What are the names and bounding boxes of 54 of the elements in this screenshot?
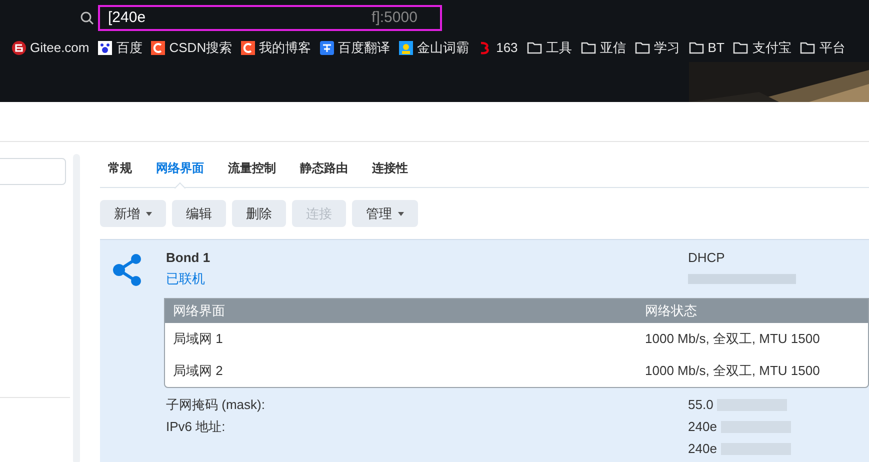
- field-label: IPv6 地址:: [166, 418, 226, 436]
- folder-icon: [688, 41, 704, 54]
- bookmark-link[interactable]: BT: [708, 38, 724, 58]
- bookmark-link[interactable]: 金山词霸: [417, 38, 470, 58]
- folder-icon: [800, 41, 816, 54]
- bookmark-link[interactable]: 亚信: [600, 38, 626, 58]
- field-label: 子网掩码 (mask):: [166, 396, 266, 414]
- bookmark-link[interactable]: Gitee.com: [30, 38, 90, 58]
- column-header: 网络界面: [172, 302, 226, 320]
- logo-icon: [151, 40, 166, 55]
- bookmark-link[interactable]: 支付宝: [752, 38, 792, 58]
- tab[interactable]: 连接性: [364, 159, 416, 187]
- interface-panel[interactable]: Bond 1 已联机 DHCP 网络界面 网络状态 局域网 1 1000 Mb/s, 全双工, MTU 1500 局域网 2 1000 Mb/s, 全双工, MTU 1500 子网掩码 (mask): 55.0 IPv6 地址: 240e 240e: [100, 239, 869, 462]
- tab[interactable]: 流量控制: [220, 159, 284, 187]
- folder-icon: [634, 41, 650, 54]
- url-text: [240e: [108, 8, 146, 28]
- column-header: 网络状态: [644, 302, 698, 320]
- status-text: 已联机: [166, 270, 206, 288]
- bookmark-link[interactable]: CSDN搜索: [169, 38, 232, 58]
- logo-icon: [399, 40, 414, 55]
- logo-icon: [241, 40, 256, 55]
- table-cell-text: 局域网 2: [172, 362, 224, 380]
- folder-icon: [526, 41, 542, 54]
- field-value: 55.0: [688, 396, 714, 414]
- field-value: 240e: [688, 440, 717, 458]
- logo-icon: [320, 40, 334, 55]
- search-field[interactable]: [0, 158, 66, 185]
- toolbar-button[interactable]: 新增: [100, 200, 166, 227]
- tab[interactable]: 常规: [100, 159, 140, 187]
- toolbar-button[interactable]: 管理: [352, 200, 418, 227]
- bookmark-link[interactable]: 百度翻译: [338, 38, 390, 58]
- table-cell-text: 局域网 1: [172, 330, 224, 348]
- bookmark-link[interactable]: 百度: [116, 38, 142, 58]
- bookmark-link[interactable]: 163: [496, 38, 518, 58]
- url-text: f]:5000: [372, 8, 418, 28]
- folder-icon: [733, 41, 748, 54]
- table-cell-text: 1000 Mb/s, 全双工, MTU 1500: [644, 362, 821, 380]
- tab[interactable]: 网络界面: [148, 159, 212, 187]
- toolbar-button[interactable]: 编辑: [172, 200, 226, 227]
- interface-name: Bond 1: [166, 249, 212, 267]
- tab[interactable]: 静态路由: [292, 159, 356, 187]
- logo-icon: [12, 40, 26, 55]
- bookmark-link[interactable]: 工具: [546, 38, 572, 58]
- table-cell-text: 1000 Mb/s, 全双工, MTU 1500: [644, 330, 821, 348]
- mode-text: DHCP: [688, 249, 726, 267]
- bookmark-link[interactable]: 学习: [654, 38, 680, 58]
- bookmark-link[interactable]: 平台: [819, 38, 846, 58]
- paw-icon: [98, 40, 112, 55]
- search-icon: [80, 11, 94, 25]
- field-value: 240e: [688, 418, 717, 436]
- bookmark-link[interactable]: 我的博客: [259, 38, 312, 58]
- toolbar-button[interactable]: 删除: [232, 200, 286, 227]
- address-field[interactable]: [240e f]:5000: [98, 5, 442, 31]
- folder-icon: [580, 41, 596, 54]
